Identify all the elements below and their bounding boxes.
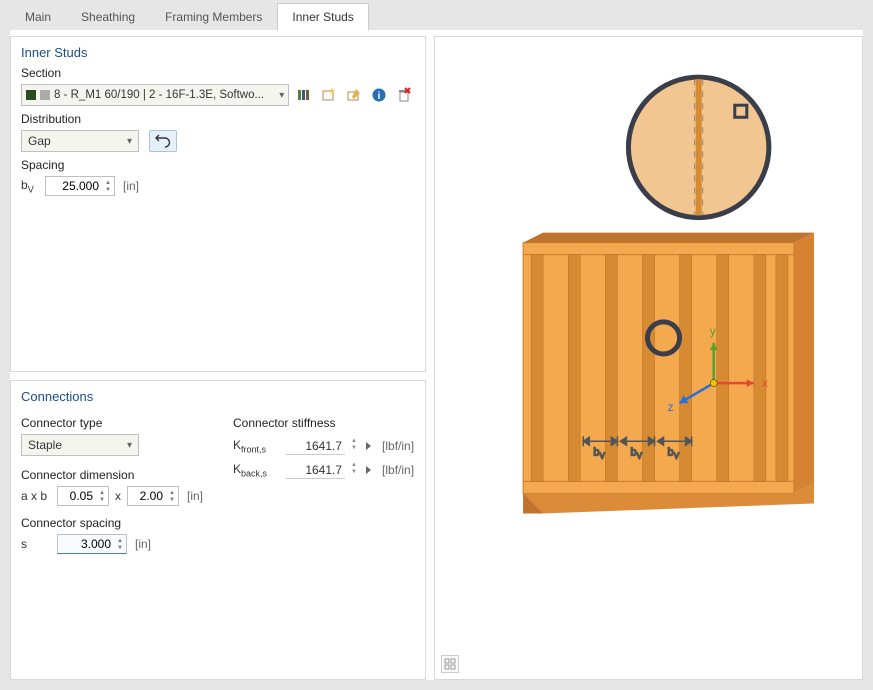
spacing-var: bV <box>21 178 41 194</box>
k-back-spinner[interactable]: ▲▼ <box>349 462 359 478</box>
tab-bar: Main Sheathing Framing Members Inner Stu… <box>0 0 873 30</box>
connector-type-value: Staple <box>28 438 62 452</box>
dim-b-wrap: ▲▼ <box>127 486 179 506</box>
chevron-down-icon: ▾ <box>127 136 132 147</box>
axis-x-label: x <box>762 376 768 390</box>
svg-text:i: i <box>378 91 381 102</box>
distribution-value: Gap <box>28 134 51 148</box>
distribution-dropdown[interactable]: Gap ▾ <box>21 130 139 152</box>
spacing-unit: [in] <box>123 179 139 193</box>
k-front-spinner[interactable]: ▲▼ <box>349 438 359 454</box>
dim-a-wrap: ▲▼ <box>57 486 109 506</box>
new-button[interactable] <box>318 84 339 106</box>
k-back-expand[interactable] <box>366 466 371 474</box>
k-front-label: Kfront,s <box>233 438 281 454</box>
conn-spacing-spinner[interactable]: ▲▼ <box>114 535 126 553</box>
chevron-down-icon: ▾ <box>279 90 284 101</box>
delete-icon <box>396 87 412 103</box>
books-icon <box>296 87 312 103</box>
section-dropdown[interactable]: 8 - R_M1 60/190 | 2 - 16F-1.3E, Softwo..… <box>21 84 289 106</box>
connector-type-dropdown[interactable]: Staple ▾ <box>21 434 139 456</box>
connector-stiffness-heading: Connector stiffness <box>233 416 414 430</box>
dim-unit: [in] <box>187 489 203 503</box>
panel-connections: Connections Connector type Staple ▾ Conn… <box>10 380 426 680</box>
connector-type-heading: Connector type <box>21 416 203 430</box>
k-back-unit: [lbf/in] <box>382 463 414 477</box>
tab-sheathing[interactable]: Sheathing <box>66 3 150 31</box>
conn-spacing-input[interactable] <box>62 536 114 552</box>
distribution-heading: Distribution <box>21 112 415 126</box>
section-value: 8 - R_M1 60/190 | 2 - 16F-1.3E, Softwo..… <box>54 89 275 101</box>
tab-framing[interactable]: Framing Members <box>150 3 277 31</box>
section-heading: Section <box>21 66 415 80</box>
preview-svg: x y z bV <box>435 37 862 679</box>
dim-b-input[interactable] <box>132 488 166 504</box>
new-star-icon <box>321 87 337 103</box>
folder-pencil-icon <box>346 87 362 103</box>
spacing-spinner[interactable]: ▲▼ <box>102 177 114 195</box>
conn-spacing-wrap: ▲▼ <box>57 534 127 554</box>
spacing-input[interactable] <box>50 178 102 194</box>
conn-spacing-var: s <box>21 537 53 551</box>
k-back-value[interactable]: 1641.7 <box>285 461 345 479</box>
k-front-expand[interactable] <box>366 442 371 450</box>
k-front-unit: [lbf/in] <box>382 439 414 453</box>
connector-dimension-heading: Connector dimension <box>21 468 203 482</box>
panel-title-connections: Connections <box>21 389 415 404</box>
dim-prefix: a x b <box>21 489 53 503</box>
grid-icon <box>444 658 456 670</box>
revert-button[interactable] <box>149 130 177 152</box>
tab-main[interactable]: Main <box>10 3 66 31</box>
section-swatch-secondary <box>40 90 50 100</box>
section-swatch-primary <box>26 90 36 100</box>
dim-a-input[interactable] <box>62 488 96 504</box>
axis-y-label: y <box>710 324 716 338</box>
spacing-input-wrap: ▲▼ <box>45 176 115 196</box>
connector-spacing-heading: Connector spacing <box>21 516 203 530</box>
chevron-down-icon: ▾ <box>127 440 132 451</box>
dim-a-spinner[interactable]: ▲▼ <box>96 487 108 505</box>
conn-spacing-unit: [in] <box>135 537 151 551</box>
panel-title-inner-studs: Inner Studs <box>21 45 415 60</box>
viewport-3d[interactable]: x y z bV <box>434 36 863 680</box>
spacing-heading: Spacing <box>21 158 415 172</box>
k-back-label: Kback,s <box>233 462 281 478</box>
k-front-value[interactable]: 1641.7 <box>285 437 345 455</box>
info-button[interactable]: i <box>369 84 390 106</box>
dim-b-spinner[interactable]: ▲▼ <box>166 487 178 505</box>
undo-arrow-icon <box>155 134 171 148</box>
axis-z-label: z <box>668 400 674 414</box>
viewport-settings-button[interactable] <box>441 655 459 673</box>
dim-sep: x <box>113 489 123 503</box>
panel-inner-studs: Inner Studs Section 8 - R_M1 60/190 | 2 … <box>10 36 426 372</box>
tab-inner-studs[interactable]: Inner Studs <box>277 3 368 31</box>
library-button[interactable] <box>293 84 314 106</box>
info-icon: i <box>371 87 387 103</box>
edit-button[interactable] <box>344 84 365 106</box>
delete-button[interactable] <box>394 84 415 106</box>
